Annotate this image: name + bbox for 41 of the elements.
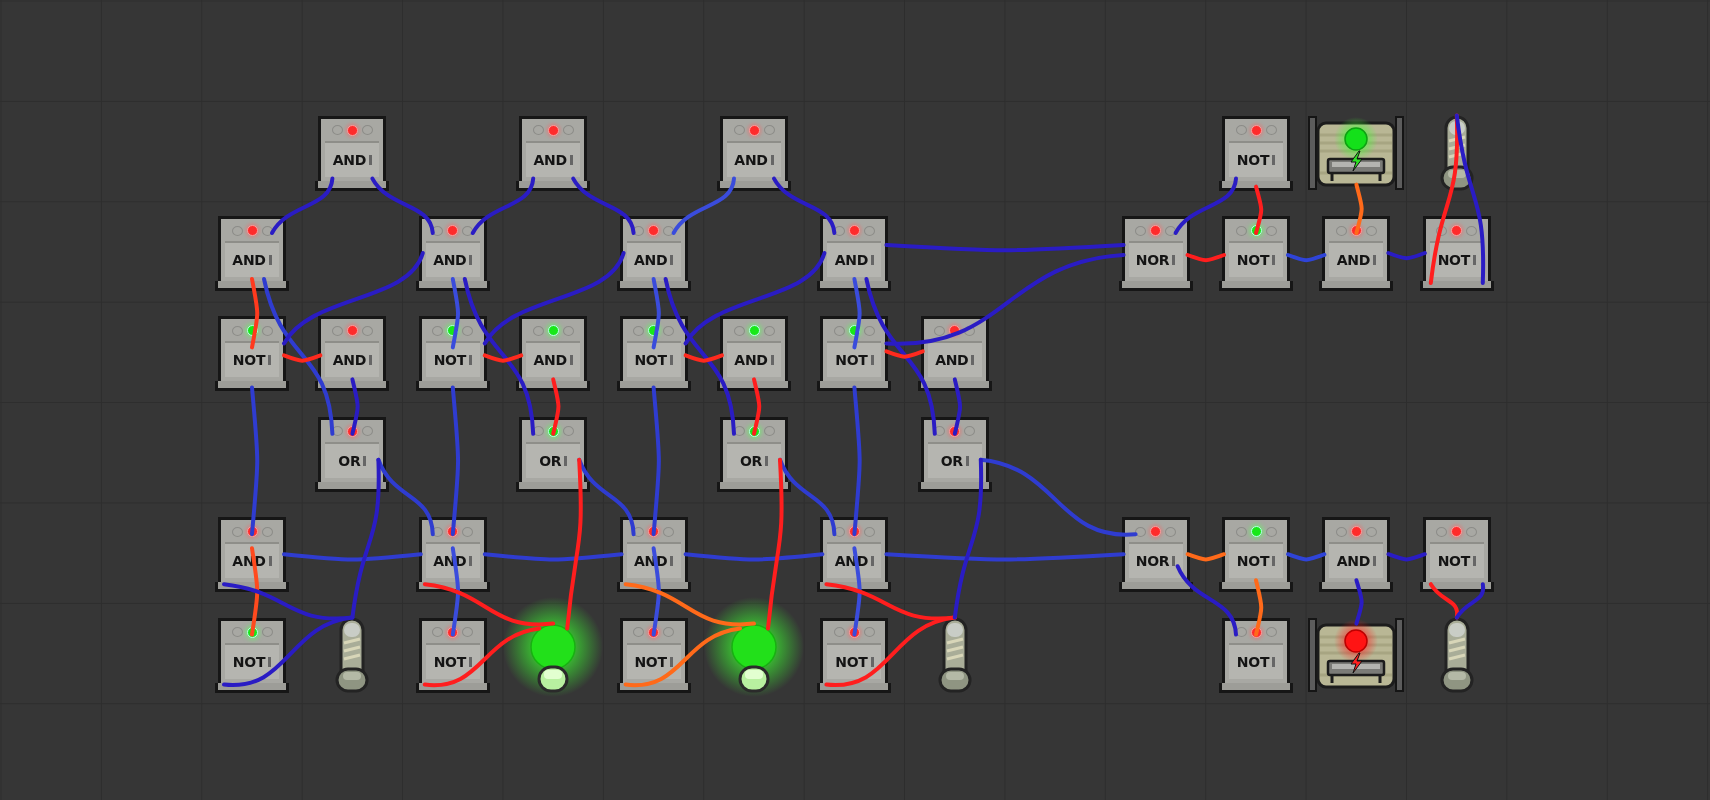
gate-label: AND xyxy=(332,151,367,168)
gate-label: AND xyxy=(433,252,467,268)
gate-label: AND xyxy=(533,151,567,168)
gate-label: AND xyxy=(935,352,969,369)
switch-drawing[interactable] xyxy=(1440,115,1474,191)
gate-label: AND xyxy=(734,352,768,369)
gate-label: NOT xyxy=(232,352,266,369)
gate-label: AND xyxy=(633,252,668,268)
gate-label: NOT xyxy=(1236,653,1270,670)
switch-drawing[interactable] xyxy=(938,617,972,693)
gate-label: OR xyxy=(338,452,361,469)
gate-label: OR xyxy=(539,452,562,469)
gate-label: NOR xyxy=(1135,252,1170,268)
gate-label: NOT xyxy=(1236,553,1270,570)
gate-label: NOR xyxy=(1135,553,1170,570)
lamp-drawing[interactable] xyxy=(530,623,576,693)
gate-label: AND xyxy=(332,352,367,369)
gate-label: OR xyxy=(940,452,963,469)
gate-label: NOT xyxy=(1236,252,1270,268)
power-shutoff-drawing[interactable] xyxy=(1308,617,1405,692)
gate-label: AND xyxy=(834,252,869,268)
gate-label: NOT xyxy=(1437,252,1470,268)
gate-label: NOT xyxy=(634,653,667,670)
gate-label: OR xyxy=(739,452,763,469)
gate-label: NOT xyxy=(433,653,466,670)
gate-label: AND xyxy=(232,252,266,268)
gate-label: NOT xyxy=(835,352,868,369)
gate-label: NOT xyxy=(1437,553,1470,570)
switch-drawing[interactable] xyxy=(1440,617,1474,693)
power-shutoff-drawing[interactable] xyxy=(1308,115,1405,190)
gate-label: NOT xyxy=(634,352,667,369)
gate-label: NOT xyxy=(835,653,868,670)
gate-label: AND xyxy=(533,352,567,369)
gate-label: AND xyxy=(1336,252,1371,268)
gate-label: NOT xyxy=(433,352,466,369)
gate-label: NOT xyxy=(1236,151,1270,168)
switch-drawing[interactable] xyxy=(335,617,369,693)
gate-label: NOT xyxy=(232,653,266,670)
lamp-drawing[interactable] xyxy=(731,623,777,693)
gate-label: AND xyxy=(734,151,768,168)
gate-label: AND xyxy=(1336,553,1371,570)
